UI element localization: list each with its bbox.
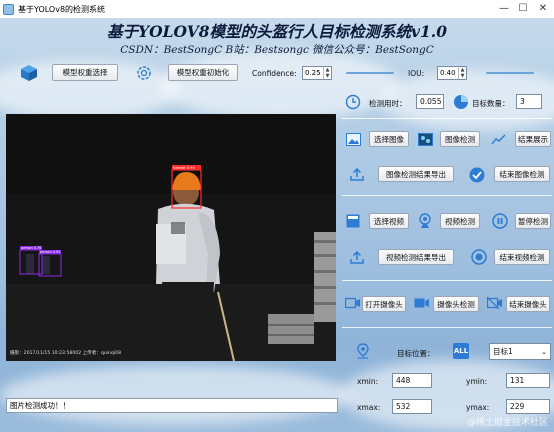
- xmin-value: 448: [392, 373, 432, 388]
- spin-arrows-icon[interactable]: ▲ ▼: [323, 67, 331, 79]
- open-camera-button[interactable]: 打开摄像头: [362, 296, 406, 312]
- webcam-icon: [417, 212, 433, 229]
- model-init-button[interactable]: 模型权重初始化: [168, 64, 238, 81]
- count-label: 目标数量：: [472, 99, 510, 108]
- spin-arrows-icon[interactable]: ▲ ▼: [458, 67, 466, 79]
- target-select[interactable]: 目标1 ⌄: [489, 343, 551, 360]
- video-file-icon: [345, 213, 361, 228]
- export-image-button[interactable]: 图像检测结果导出: [378, 166, 454, 182]
- model-select-button[interactable]: 模型权重选择: [52, 64, 118, 81]
- iou-value: 0.40: [440, 69, 456, 77]
- confidence-value: 0.25: [305, 69, 321, 77]
- window-title: 基于YOLOv8的检测系统: [18, 4, 106, 14]
- detect-camera-button[interactable]: 摄像头检测: [433, 296, 479, 312]
- app-icon: [3, 3, 14, 15]
- detection-image: helmet 0.94 person 0.76 person 0.53 摄影：2…: [6, 114, 336, 361]
- settings-icon: [135, 64, 153, 82]
- divider: [342, 280, 552, 281]
- detection-label: helmet 0.94: [173, 166, 195, 170]
- photo-caption: 摄影：2017/11/15 10:23:58002 上传者：quinqi08: [10, 349, 121, 356]
- upload-icon: [349, 250, 365, 264]
- app-window: 基于YOLOv8的检测系统 — ☐ ✕ 基于YOLOV8模型的头盔行人目标检测系…: [0, 0, 554, 432]
- image-icon: [345, 132, 361, 146]
- xmin-label: xmin:: [357, 377, 379, 386]
- count-value: 3: [516, 94, 542, 109]
- chevron-down-icon[interactable]: ⌄: [541, 348, 547, 356]
- divider: [342, 118, 552, 119]
- cube-icon: [19, 64, 39, 82]
- image-viewer: helmet 0.94 person 0.76 person 0.53 摄影：2…: [6, 114, 336, 361]
- stop-camera-button[interactable]: 结束摄像头: [506, 296, 550, 312]
- stop-video-button[interactable]: 结束视频检测: [494, 249, 550, 265]
- detect-image-button[interactable]: 图像检测: [440, 131, 480, 147]
- location-pin-icon: [355, 343, 371, 359]
- target-select-value: 目标1: [493, 347, 513, 356]
- close-icon[interactable]: ✕: [536, 2, 550, 16]
- time-label: 检测用时：: [369, 99, 407, 108]
- minimize-icon[interactable]: —: [497, 2, 511, 16]
- xmax-label: xmax:: [357, 403, 381, 412]
- select-image-button[interactable]: 选择图像: [369, 131, 409, 147]
- confidence-slider[interactable]: [346, 72, 394, 74]
- divider: [342, 195, 552, 196]
- all-targets-icon: ALL: [453, 343, 469, 359]
- image-scan-icon: [417, 132, 433, 146]
- pause-circle-icon: [491, 212, 508, 229]
- background-cloud: [0, 365, 350, 425]
- status-bar: 图片检测成功！！: [6, 398, 338, 413]
- camera-off-icon: [486, 296, 503, 310]
- detection-label: person 0.53: [40, 250, 60, 254]
- iou-slider[interactable]: [486, 72, 534, 74]
- ymax-label: ymax:: [466, 403, 490, 412]
- maximize-icon[interactable]: ☐: [516, 2, 530, 16]
- confidence-label: Confidence:: [252, 69, 297, 78]
- iou-spinbox[interactable]: 0.40 ▲ ▼: [437, 66, 467, 80]
- show-result-button[interactable]: 结果展示: [515, 131, 551, 147]
- target-position-label: 目标位置：: [397, 349, 435, 358]
- clock-icon: [344, 93, 362, 111]
- ymin-label: ymin:: [466, 377, 488, 386]
- page-title: 基于YOLOV8模型的头盔行人目标检测系统v1.0: [107, 22, 447, 41]
- page-subtitle: CSDN：BestSongC B站：Bestsongc 微信公众号：BestSo…: [120, 44, 434, 56]
- ymax-value: 229: [506, 399, 550, 414]
- detect-video-button[interactable]: 视频检测: [440, 213, 480, 229]
- camera-icon: [344, 296, 361, 310]
- window-titlebar: 基于YOLOv8的检测系统 — ☐ ✕: [0, 0, 554, 18]
- detection-label: person 0.76: [21, 246, 41, 250]
- confidence-spinbox[interactable]: 0.25 ▲ ▼: [302, 66, 332, 80]
- iou-label: IOU:: [408, 69, 425, 78]
- stop-image-button[interactable]: 结束图像检测: [494, 166, 550, 182]
- select-video-button[interactable]: 选择视频: [369, 213, 409, 229]
- stop-circle-icon: [470, 248, 487, 265]
- xmax-value: 532: [392, 399, 432, 414]
- background-cloud: [160, 50, 400, 120]
- video-camera-icon: [413, 296, 430, 310]
- pause-detect-button[interactable]: 暂停检测: [515, 213, 551, 229]
- pie-chart-icon: [452, 93, 470, 111]
- time-value: 0.055: [416, 94, 444, 109]
- divider: [342, 327, 552, 328]
- ymin-value: 131: [506, 373, 550, 388]
- check-circle-icon: [468, 166, 485, 183]
- upload-icon: [349, 167, 365, 181]
- export-video-button[interactable]: 视频检测结果导出: [378, 249, 454, 265]
- line-chart-icon: [490, 132, 506, 146]
- watermark: @稀土掘金技术社区: [466, 418, 548, 428]
